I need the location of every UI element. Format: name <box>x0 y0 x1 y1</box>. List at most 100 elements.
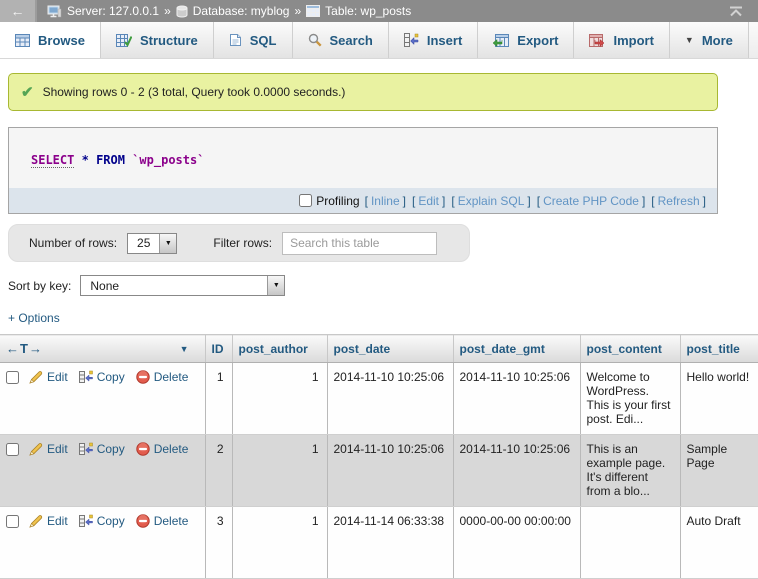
cell-post-content: This is an example page. It's different … <box>580 435 680 507</box>
pencil-icon <box>29 370 43 384</box>
cell-id: 1 <box>205 363 232 435</box>
delete-icon <box>136 370 150 384</box>
num-rows-select[interactable]: 25 ▼ <box>127 233 177 254</box>
success-message-text: Showing rows 0 - 2 (3 total, Query took … <box>43 85 346 99</box>
refresh-link[interactable]: Refresh <box>658 194 700 208</box>
column-header-post-date-gmt[interactable]: post_date_gmt <box>453 335 580 363</box>
column-header-post-date[interactable]: post_date <box>327 335 453 363</box>
tab-label: Import <box>613 33 653 48</box>
edit-label: Edit <box>47 442 68 456</box>
options-toggle-link[interactable]: + Options <box>8 311 60 325</box>
bracket: [ <box>537 194 540 208</box>
bracket: [ <box>412 194 415 208</box>
tab-browse[interactable]: Browse <box>0 22 101 58</box>
breadcrumb-separator: » <box>164 4 171 18</box>
filter-rows-input[interactable] <box>282 232 437 255</box>
breadcrumb-separator: » <box>294 4 301 18</box>
copy-icon <box>79 514 93 528</box>
delete-label: Delete <box>154 442 189 456</box>
export-icon <box>493 34 509 47</box>
collapse-topbar-icon[interactable] <box>728 6 744 17</box>
copy-row-link[interactable]: Copy <box>79 442 125 456</box>
table-row: Edit Copy Delete 1 1 2014-11-10 10:25:06… <box>0 363 758 435</box>
column-header-post-content[interactable]: post_content <box>580 335 680 363</box>
tab-bar: Browse Structure SQL Search Insert Expor… <box>0 22 758 59</box>
column-header-post-title[interactable]: post_title <box>680 335 758 363</box>
bracket: [ <box>651 194 654 208</box>
edit-label: Edit <box>47 514 68 528</box>
select-arrow-icon: ▼ <box>267 276 284 295</box>
row-actions: Edit Copy Delete <box>0 363 205 435</box>
copy-row-link[interactable]: Copy <box>79 370 125 384</box>
breadcrumb: Server: 127.0.0.1 » Database: myblog » T… <box>47 4 411 18</box>
bracket: ] <box>403 194 406 208</box>
edit-label: Edit <box>47 370 68 384</box>
sort-by-key-select[interactable]: None ▼ <box>80 275 285 296</box>
tab-structure[interactable]: Structure <box>101 22 214 58</box>
pencil-icon <box>29 442 43 456</box>
tab-more[interactable]: ▼ More <box>670 22 749 58</box>
copy-label: Copy <box>97 514 125 528</box>
bracket: ] <box>642 194 645 208</box>
edit-query-link[interactable]: Edit <box>418 194 439 208</box>
browse-icon <box>15 34 30 47</box>
tab-search[interactable]: Search <box>293 22 389 58</box>
create-php-code-link[interactable]: Create PHP Code <box>543 194 639 208</box>
breadcrumb-database[interactable]: Database: myblog <box>193 4 290 18</box>
table-row: Edit Copy Delete 2 1 2014-11-10 10:25:06… <box>0 435 758 507</box>
profiling-label: Profiling <box>316 194 359 208</box>
delete-row-link[interactable]: Delete <box>136 514 189 528</box>
tab-insert[interactable]: Insert <box>389 22 478 58</box>
cell-post-date: 2014-11-10 10:25:06 <box>327 435 453 507</box>
insert-icon <box>404 33 419 47</box>
structure-icon <box>116 34 132 47</box>
copy-label: Copy <box>97 370 125 384</box>
column-header-post-author[interactable]: post_author <box>232 335 327 363</box>
row-checkbox[interactable] <box>6 515 19 528</box>
bracket: ] <box>703 194 706 208</box>
database-icon <box>176 5 188 18</box>
delete-row-link[interactable]: Delete <box>136 370 189 384</box>
delete-label: Delete <box>154 514 189 528</box>
cell-post-content <box>580 507 680 579</box>
row-checkbox[interactable] <box>6 443 19 456</box>
tab-label: Search <box>330 33 373 48</box>
bracket: [ <box>365 194 368 208</box>
nav-panel-toggle-button[interactable]: ← <box>0 0 37 22</box>
cell-id: 2 <box>205 435 232 507</box>
breadcrumb-server[interactable]: Server: 127.0.0.1 <box>67 4 159 18</box>
tab-export[interactable]: Export <box>478 22 574 58</box>
row-checkbox[interactable] <box>6 371 19 384</box>
sort-desc-icon[interactable]: ▼ <box>180 344 189 354</box>
tab-sql[interactable]: SQL <box>214 22 293 58</box>
copy-row-link[interactable]: Copy <box>79 514 125 528</box>
cell-post-author: 1 <box>232 507 327 579</box>
column-header-id[interactable]: ID <box>205 335 232 363</box>
edit-row-link[interactable]: Edit <box>29 370 68 384</box>
tab-label: Export <box>517 33 558 48</box>
profiling-checkbox[interactable] <box>299 194 312 207</box>
cell-id: 3 <box>205 507 232 579</box>
sql-table-name: `wp_posts` <box>132 153 204 167</box>
delete-row-link[interactable]: Delete <box>136 442 189 456</box>
column-order-toggle[interactable]: ←T→ <box>6 341 43 356</box>
sql-query-box: SELECT * FROM `wp_posts` Profiling [ Inl… <box>8 127 718 214</box>
select-arrow-icon: ▼ <box>159 234 176 253</box>
inline-link[interactable]: Inline <box>371 194 400 208</box>
cell-post-author: 1 <box>232 363 327 435</box>
explain-sql-link[interactable]: Explain SQL <box>458 194 525 208</box>
copy-label: Copy <box>97 442 125 456</box>
cell-post-date-gmt: 2014-11-10 10:25:06 <box>453 435 580 507</box>
sql-keyword-from: FROM <box>96 153 125 167</box>
tab-import[interactable]: Import <box>574 22 669 58</box>
header-row: ←T→ ▼ ID post_author post_date post_date… <box>0 335 758 363</box>
rows-filter-bar: Number of rows: 25 ▼ Filter rows: <box>8 224 470 262</box>
breadcrumb-bar: ← Server: 127.0.0.1 » Database: myblog »… <box>0 0 758 22</box>
column-actions-header[interactable]: ←T→ ▼ <box>0 335 205 363</box>
copy-icon <box>79 370 93 384</box>
edit-row-link[interactable]: Edit <box>29 514 68 528</box>
cell-post-title: Hello world! <box>680 363 758 435</box>
cell-post-date: 2014-11-10 10:25:06 <box>327 363 453 435</box>
edit-row-link[interactable]: Edit <box>29 442 68 456</box>
chevron-down-icon: ▼ <box>685 35 694 45</box>
